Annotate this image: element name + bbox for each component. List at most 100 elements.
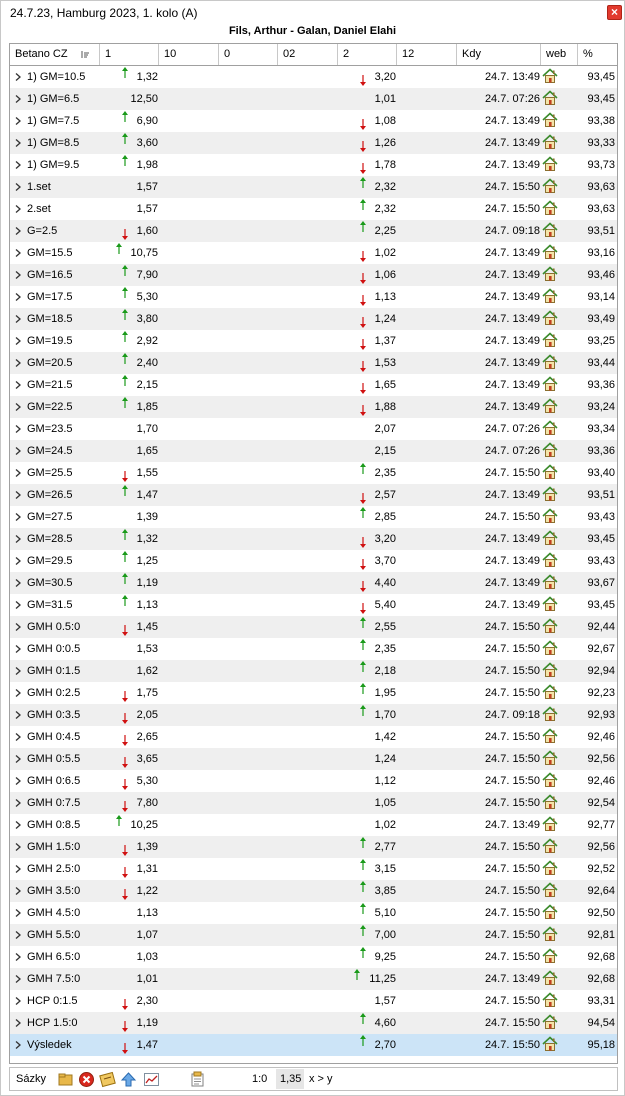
home-icon[interactable] xyxy=(542,398,558,414)
home-icon[interactable] xyxy=(542,662,558,678)
chevron-right-icon[interactable] xyxy=(13,798,23,808)
col-header-bookmaker[interactable]: Betano CZ xyxy=(10,44,100,65)
home-icon[interactable] xyxy=(542,684,558,700)
ticket-icon[interactable] xyxy=(99,1071,116,1088)
table-row[interactable]: GMH 6.5:0 1,03 9,25 24.7. 15:50 92,68 xyxy=(10,946,617,968)
home-icon[interactable] xyxy=(542,332,558,348)
home-icon[interactable] xyxy=(542,772,558,788)
chevron-right-icon[interactable] xyxy=(13,754,23,764)
table-row[interactable]: GM=24.5 1,65 2,15 24.7. 07:26 93,36 xyxy=(10,440,617,462)
table-row[interactable]: 1.set 1,57 2,32 24.7. 15:50 93,63 xyxy=(10,176,617,198)
table-row[interactable]: GMH 0:8.5 10,25 1,02 24.7. 13:49 92,77 xyxy=(10,814,617,836)
chevron-right-icon[interactable] xyxy=(13,864,23,874)
table-row[interactable]: HCP 1.5:0 1,19 4,60 24.7. 15:50 94,54 xyxy=(10,1012,617,1034)
col-header-0[interactable]: 0 xyxy=(219,44,278,65)
home-icon[interactable] xyxy=(542,706,558,722)
folder-icon[interactable] xyxy=(57,1071,74,1088)
home-icon[interactable] xyxy=(542,508,558,524)
notes-icon[interactable] xyxy=(189,1071,206,1088)
table-row[interactable]: 2.set 1,57 2,32 24.7. 15:50 93,63 xyxy=(10,198,617,220)
home-icon[interactable] xyxy=(542,750,558,766)
home-icon[interactable] xyxy=(542,992,558,1008)
table-row[interactable]: GM=25.5 1,55 2,35 24.7. 15:50 93,40 xyxy=(10,462,617,484)
chevron-right-icon[interactable] xyxy=(13,732,23,742)
chevron-right-icon[interactable] xyxy=(13,226,23,236)
chevron-right-icon[interactable] xyxy=(13,776,23,786)
chevron-right-icon[interactable] xyxy=(13,886,23,896)
chart-icon[interactable] xyxy=(143,1071,160,1088)
home-icon[interactable] xyxy=(542,288,558,304)
table-row[interactable]: G=2.5 1,60 2,25 24.7. 09:18 93,51 xyxy=(10,220,617,242)
table-row[interactable]: GM=18.5 3,80 1,24 24.7. 13:49 93,49 xyxy=(10,308,617,330)
home-icon[interactable] xyxy=(542,134,558,150)
table-row[interactable]: GMH 0:7.5 7,80 1,05 24.7. 15:50 92,54 xyxy=(10,792,617,814)
table-row[interactable]: GM=20.5 2,40 1,53 24.7. 13:49 93,44 xyxy=(10,352,617,374)
home-icon[interactable] xyxy=(542,574,558,590)
chevron-right-icon[interactable] xyxy=(13,248,23,258)
home-icon[interactable] xyxy=(542,442,558,458)
chevron-right-icon[interactable] xyxy=(13,204,23,214)
home-icon[interactable] xyxy=(542,178,558,194)
col-header-12[interactable]: 12 xyxy=(397,44,457,65)
table-row[interactable]: GMH 0:6.5 5,30 1,12 24.7. 15:50 92,46 xyxy=(10,770,617,792)
home-icon[interactable] xyxy=(542,904,558,920)
table-row[interactable]: GMH 0:5.5 3,65 1,24 24.7. 15:50 92,56 xyxy=(10,748,617,770)
home-icon[interactable] xyxy=(542,354,558,370)
chevron-right-icon[interactable] xyxy=(13,468,23,478)
home-icon[interactable] xyxy=(542,816,558,832)
home-icon[interactable] xyxy=(542,640,558,656)
home-icon[interactable] xyxy=(542,948,558,964)
chevron-right-icon[interactable] xyxy=(13,270,23,280)
table-row[interactable]: GM=26.5 1,47 2,57 24.7. 13:49 93,51 xyxy=(10,484,617,506)
table-row[interactable]: HCP 0:1.5 2,30 1,57 24.7. 15:50 93,31 xyxy=(10,990,617,1012)
chevron-right-icon[interactable] xyxy=(13,666,23,676)
home-icon[interactable] xyxy=(542,420,558,436)
chevron-right-icon[interactable] xyxy=(13,512,23,522)
chevron-right-icon[interactable] xyxy=(13,688,23,698)
table-row[interactable]: 1) GM=8.5 3,60 1,26 24.7. 13:49 93,33 xyxy=(10,132,617,154)
home-icon[interactable] xyxy=(542,244,558,260)
home-icon[interactable] xyxy=(542,970,558,986)
arrow-up-icon[interactable] xyxy=(120,1071,137,1088)
table-row[interactable]: GM=31.5 1,13 5,40 24.7. 13:49 93,45 xyxy=(10,594,617,616)
table-row[interactable]: GMH 0:0.5 1,53 2,35 24.7. 15:50 92,67 xyxy=(10,638,617,660)
chevron-right-icon[interactable] xyxy=(13,710,23,720)
table-row[interactable]: GMH 3.5:0 1,22 3,85 24.7. 15:50 92,64 xyxy=(10,880,617,902)
home-icon[interactable] xyxy=(542,156,558,172)
home-icon[interactable] xyxy=(542,222,558,238)
chevron-right-icon[interactable] xyxy=(13,314,23,324)
chevron-right-icon[interactable] xyxy=(13,358,23,368)
home-icon[interactable] xyxy=(542,1014,558,1030)
table-row[interactable]: Výsledek 1,47 2,70 24.7. 15:50 95,18 xyxy=(10,1034,617,1056)
home-icon[interactable] xyxy=(542,1036,558,1052)
chevron-right-icon[interactable] xyxy=(13,996,23,1006)
chevron-right-icon[interactable] xyxy=(13,446,23,456)
home-icon[interactable] xyxy=(542,90,558,106)
chevron-right-icon[interactable] xyxy=(13,1018,23,1028)
table-row[interactable]: GMH 7.5:0 1,01 11,25 24.7. 13:49 92,68 xyxy=(10,968,617,990)
table-row[interactable]: GM=19.5 2,92 1,37 24.7. 13:49 93,25 xyxy=(10,330,617,352)
chevron-right-icon[interactable] xyxy=(13,578,23,588)
col-header-02[interactable]: 02 xyxy=(278,44,338,65)
chevron-right-icon[interactable] xyxy=(13,138,23,148)
home-icon[interactable] xyxy=(542,112,558,128)
home-icon[interactable] xyxy=(542,486,558,502)
table-row[interactable]: GM=17.5 5,30 1,13 24.7. 13:49 93,14 xyxy=(10,286,617,308)
home-icon[interactable] xyxy=(542,860,558,876)
table-row[interactable]: GMH 0:3.5 2,05 1,70 24.7. 09:18 92,93 xyxy=(10,704,617,726)
table-row[interactable]: GM=15.5 10,75 1,02 24.7. 13:49 93,16 xyxy=(10,242,617,264)
home-icon[interactable] xyxy=(542,530,558,546)
table-row[interactable]: GMH 0:4.5 2,65 1,42 24.7. 15:50 92,46 xyxy=(10,726,617,748)
chevron-right-icon[interactable] xyxy=(13,116,23,126)
chevron-right-icon[interactable] xyxy=(13,820,23,830)
chevron-right-icon[interactable] xyxy=(13,402,23,412)
home-icon[interactable] xyxy=(542,618,558,634)
home-icon[interactable] xyxy=(542,552,558,568)
table-row[interactable]: GMH 0:2.5 1,75 1,95 24.7. 15:50 92,23 xyxy=(10,682,617,704)
close-button[interactable]: × xyxy=(607,5,622,20)
table-row[interactable]: GMH 0.5:0 1,45 2,55 24.7. 15:50 92,44 xyxy=(10,616,617,638)
table-row[interactable]: GM=21.5 2,15 1,65 24.7. 13:49 93,36 xyxy=(10,374,617,396)
col-header-10[interactable]: 10 xyxy=(159,44,219,65)
col-header-1[interactable]: 1 xyxy=(100,44,159,65)
table-row[interactable]: GMH 0:1.5 1,62 2,18 24.7. 15:50 92,94 xyxy=(10,660,617,682)
